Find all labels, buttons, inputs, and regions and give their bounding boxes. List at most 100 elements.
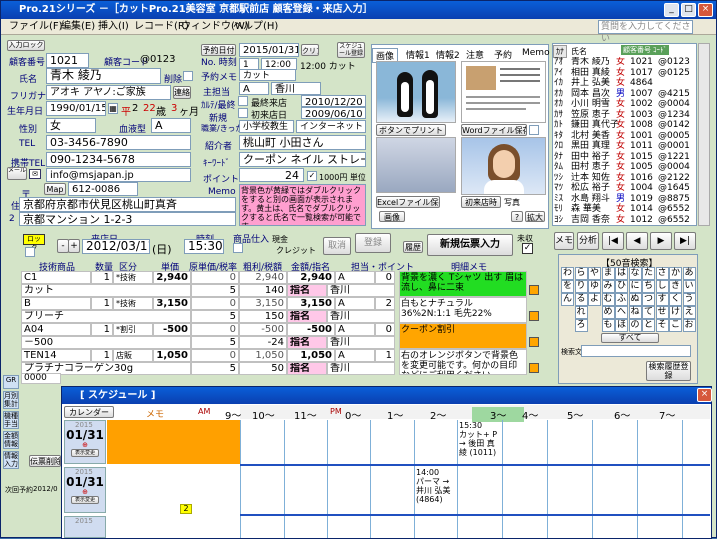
amount-cell[interactable]: 2,940 bbox=[287, 271, 335, 284]
profit-cell[interactable]: 3,150 bbox=[239, 297, 287, 310]
day2-add-icon[interactable]: ⊕ bbox=[65, 488, 105, 496]
memo-cell-day1[interactable] bbox=[107, 420, 240, 464]
register-button[interactable]: 登録 bbox=[355, 233, 391, 253]
kana-key[interactable]: む bbox=[601, 293, 615, 306]
event-day1[interactable]: 15:30 カット+ P → 後田 真綾 (1011) bbox=[459, 421, 499, 457]
staff-cell[interactable]: A bbox=[335, 271, 375, 284]
customer-list-row[interactable]: ｶｻ 笠原 恵子女 1003 @1234 bbox=[554, 110, 697, 121]
profit-cell[interactable]: -500 bbox=[239, 323, 287, 336]
staff-name-cell[interactable]: 香川 bbox=[327, 336, 395, 349]
profit-cell[interactable]: 2,940 bbox=[239, 271, 287, 284]
kana-key[interactable]: す bbox=[655, 293, 669, 306]
amount-cell[interactable]: 1,050 bbox=[287, 349, 335, 362]
kana-key[interactable]: な bbox=[628, 267, 642, 280]
cash-option[interactable]: 現金 bbox=[272, 234, 288, 245]
schedule-register-button[interactable]: スケジュール登録 bbox=[337, 42, 365, 58]
cost-cell[interactable]: 0 bbox=[191, 297, 239, 310]
mail-field[interactable]: info@msjapan.jp bbox=[46, 168, 191, 182]
addr1-field[interactable]: 京都府京都市伏見区桃山町真斉 bbox=[19, 197, 236, 212]
kana-key[interactable]: れ bbox=[574, 306, 588, 319]
staff-name-cell[interactable]: 香川 bbox=[327, 362, 395, 375]
member-code-field[interactable]: @0123 bbox=[137, 53, 189, 68]
item-code-cell[interactable]: B bbox=[21, 297, 91, 310]
trigger-field[interactable]: インターネット bbox=[296, 120, 366, 133]
kana-key[interactable]: ゆ bbox=[588, 280, 601, 293]
kana-key[interactable]: う bbox=[682, 293, 696, 306]
referral-field[interactable]: 桃山町 小田さん bbox=[239, 135, 366, 150]
menu-help[interactable]: ヘルプ(H) bbox=[233, 19, 278, 35]
customer-list-row[interactable]: ﾂｼ 辻本 知佐女 1016 @2122 bbox=[554, 173, 697, 184]
customer-list-row[interactable]: ｶﾄ 鎌田 真代子女 1008 @0142 bbox=[554, 120, 697, 131]
expand-button[interactable]: 拡大 bbox=[525, 211, 545, 222]
kana-key[interactable]: や bbox=[588, 267, 601, 280]
mobile-field[interactable]: 090-1234-5678 bbox=[46, 152, 191, 167]
kana-key[interactable]: の bbox=[628, 319, 642, 332]
price-cell[interactable]: 3,150 bbox=[153, 297, 191, 310]
help-search-input[interactable]: 質問を入力してください bbox=[598, 20, 693, 44]
customer-list-row[interactable]: ｱｵ 青木 綾乃女 1021 @0123 bbox=[554, 57, 697, 68]
kana-key[interactable]: き bbox=[669, 280, 682, 293]
first-visit-checkbox[interactable] bbox=[238, 108, 248, 118]
customer-list-row[interactable]: ﾀﾅ 田中 裕子女 1015 @1221 bbox=[554, 152, 697, 163]
addr2-field[interactable]: 京都マンション 1-2-3 bbox=[19, 212, 236, 226]
staff-code-field[interactable]: A bbox=[239, 82, 269, 95]
kana-key[interactable]: を bbox=[561, 280, 574, 293]
calendar-button[interactable]: カレンダー bbox=[64, 406, 114, 418]
price-cell[interactable]: 1,050 bbox=[153, 349, 191, 362]
last-visit-checkbox[interactable] bbox=[238, 96, 248, 106]
kana-key[interactable]: か bbox=[669, 267, 682, 280]
kana-key[interactable]: ら bbox=[574, 267, 588, 280]
kana-key[interactable]: も bbox=[601, 319, 615, 332]
tab-info1[interactable]: 情報1 bbox=[403, 48, 433, 61]
kind-cell[interactable]: *技術 bbox=[113, 297, 153, 310]
point-cell[interactable]: 0 bbox=[375, 323, 395, 336]
day2-view-button[interactable]: 表示変更 bbox=[71, 496, 99, 504]
schedule-close-button[interactable]: × bbox=[697, 388, 712, 402]
kana-key[interactable]: に bbox=[628, 280, 642, 293]
staff-cell[interactable]: A bbox=[335, 297, 375, 310]
penguin-photo[interactable] bbox=[376, 61, 456, 123]
lock-checkbox[interactable] bbox=[25, 247, 35, 257]
tax-cell[interactable]: 150 bbox=[239, 310, 287, 323]
kana-key[interactable]: わ bbox=[561, 267, 574, 280]
sex-field[interactable]: 女 bbox=[46, 118, 96, 133]
document-thumbnail[interactable] bbox=[461, 61, 546, 123]
new-slip-button[interactable]: 新規伝票入力 bbox=[427, 234, 513, 256]
product-checkbox[interactable] bbox=[233, 243, 243, 253]
customer-list-row[interactable]: ｲｶ 井上 弘美女 4864 bbox=[554, 78, 697, 89]
next-date-button[interactable]: + bbox=[68, 239, 80, 253]
kana-key[interactable]: せ bbox=[655, 306, 669, 319]
tax-rate-cell[interactable]: 5 bbox=[191, 362, 239, 375]
booking-menu-field[interactable]: カット bbox=[239, 69, 296, 81]
lock-toggle[interactable]: ロック bbox=[23, 234, 45, 252]
maximize-button[interactable]: □ bbox=[681, 3, 696, 17]
customer-list-row[interactable]: ｵｶ 小川 明雪女 1002 @0004 bbox=[554, 99, 697, 110]
visit-date-field[interactable]: 2012/03/11 bbox=[82, 239, 150, 254]
removed-checkbox[interactable] bbox=[183, 71, 193, 81]
cost-cell[interactable]: 0 bbox=[191, 271, 239, 284]
kana-key[interactable]: た bbox=[642, 267, 655, 280]
customer-list-row[interactable]: ﾏﾂ 松広 裕子女 1004 @1645 bbox=[554, 183, 697, 194]
word-save-button[interactable]: Wordファイル保存 bbox=[461, 124, 527, 136]
kana-key[interactable]: よ bbox=[588, 293, 601, 306]
qty-cell[interactable]: 1 bbox=[91, 297, 113, 310]
customer-list-row[interactable]: ﾓﾘ 森 華美 女 1014 @6552 bbox=[554, 204, 697, 215]
kana-key[interactable]: し bbox=[655, 280, 669, 293]
menu-edit[interactable]: 編集(E) bbox=[61, 19, 95, 35]
kana-key[interactable]: ろ bbox=[574, 319, 588, 332]
row-color-button[interactable] bbox=[529, 337, 539, 347]
visit-time-field[interactable]: 15:30 bbox=[184, 239, 224, 254]
booking-date-field[interactable]: 2015/01/31 bbox=[239, 43, 299, 57]
item-code-cell[interactable]: TEN14 bbox=[21, 349, 91, 362]
nomination-cell[interactable]: 指名 bbox=[287, 336, 327, 349]
point-cell[interactable]: 0 bbox=[375, 271, 395, 284]
day1-view-button[interactable]: 表示変更 bbox=[71, 449, 99, 457]
kana-key[interactable]: ひ bbox=[615, 280, 628, 293]
input-lock-button[interactable]: 入力ロック bbox=[7, 40, 45, 51]
close-button[interactable]: × bbox=[698, 3, 713, 17]
item-name-cell[interactable]: －500 bbox=[21, 336, 191, 349]
tab-info2[interactable]: 情報2 bbox=[433, 48, 463, 61]
kana-key[interactable]: り bbox=[574, 280, 588, 293]
qty-cell[interactable]: 1 bbox=[91, 349, 113, 362]
kana-key[interactable]: へ bbox=[615, 306, 628, 319]
